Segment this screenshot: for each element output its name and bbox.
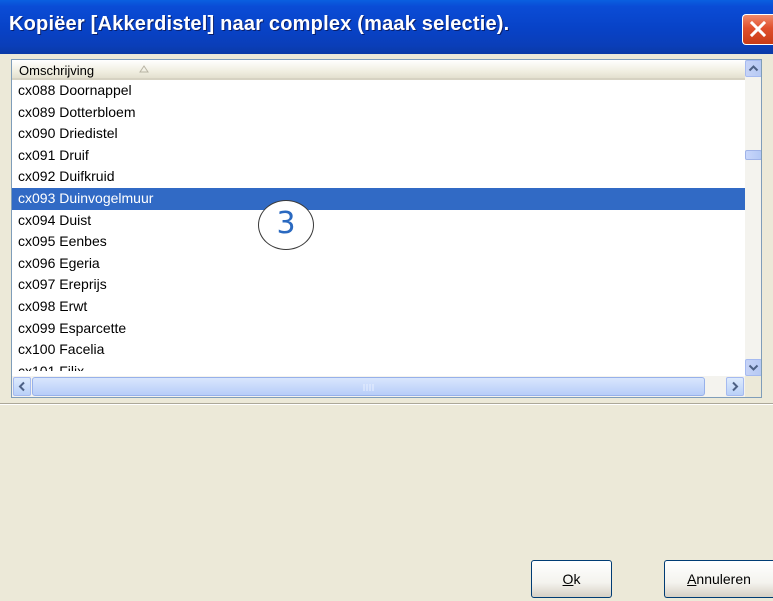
close-icon (749, 20, 767, 38)
scroll-left-button[interactable] (13, 377, 31, 396)
scroll-up-button[interactable] (745, 60, 761, 77)
scroll-left-icon (18, 381, 25, 392)
cancel-label: nnuleren (696, 571, 751, 587)
scroll-down-button[interactable] (745, 359, 761, 376)
horizontal-scroll-thumb[interactable] (32, 377, 705, 396)
list-item[interactable]: cx097 Ereprijs (12, 274, 745, 296)
list-item[interactable]: cx094 Duist (12, 210, 745, 232)
title-bar[interactable]: Kopiëer [Akkerdistel] naar complex (maak… (0, 0, 773, 54)
scroll-down-icon (748, 364, 759, 371)
list-item[interactable]: cx090 Driedistel (12, 123, 745, 145)
close-button[interactable] (742, 14, 773, 45)
cancel-button[interactable]: Annuleren (664, 560, 773, 598)
ok-label: k (573, 571, 581, 587)
list-item[interactable]: cx101 Filix (12, 361, 745, 371)
scroll-up-icon (748, 65, 759, 72)
list-item[interactable]: cx098 Erwt (12, 296, 745, 318)
column-header-omschrijving[interactable]: Omschrijving (12, 60, 745, 80)
list-item[interactable]: cx089 Dotterbloem (12, 102, 745, 124)
scroll-right-button[interactable] (726, 377, 744, 396)
ok-mnemonic: O (562, 571, 574, 587)
list-item[interactable]: cx091 Druif (12, 145, 745, 167)
list-item[interactable]: cx088 Doornappel (12, 80, 745, 102)
list-item-selected[interactable]: cx093 Duinvogelmuur (12, 187, 745, 210)
horizontal-scrollbar[interactable] (12, 376, 745, 397)
ok-button[interactable]: Ok (531, 560, 612, 598)
list-item[interactable]: cx092 Duifkruid (12, 166, 745, 188)
separator (0, 403, 773, 405)
list-item[interactable]: cx099 Esparcette (12, 318, 745, 340)
scroll-right-icon (732, 381, 739, 392)
selection-list[interactable]: Omschrijving cx088 Doornappel cx089 Dott… (11, 59, 762, 398)
scrollbar-corner (745, 376, 761, 397)
vertical-scroll-thumb[interactable] (745, 150, 761, 160)
vertical-scrollbar[interactable] (745, 60, 761, 376)
column-header-label: Omschrijving (19, 63, 95, 78)
window-title: Kopiëer [Akkerdistel] naar complex (maak… (9, 13, 510, 35)
step-number-badge: 3 (258, 200, 314, 250)
sort-ascending-icon (139, 65, 149, 73)
grip-icon (363, 384, 374, 391)
list-rows: cx088 Doornappel cx089 Dotterbloem cx090… (12, 80, 745, 371)
list-item[interactable]: cx095 Eenbes (12, 231, 745, 253)
list-item[interactable]: cx096 Egeria (12, 253, 745, 275)
list-item[interactable]: cx100 Facelia (12, 339, 745, 361)
